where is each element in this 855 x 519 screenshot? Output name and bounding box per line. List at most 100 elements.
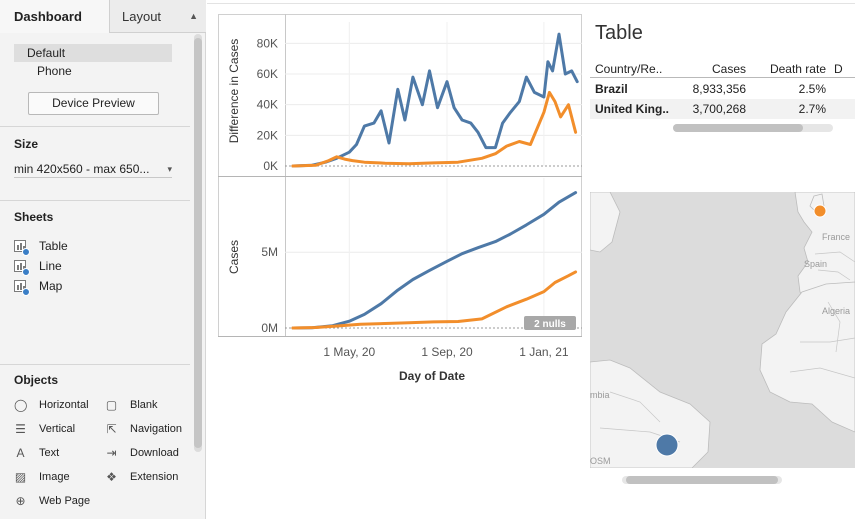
divider: [0, 364, 190, 365]
device-preview-button[interactable]: Device Preview: [28, 92, 159, 115]
object-image[interactable]: ▨ Image: [14, 468, 102, 486]
y-tick-label: 0K: [263, 159, 278, 173]
object-label: Image: [39, 471, 70, 483]
table-cell: 8,933,356: [692, 82, 746, 96]
map-label-spain: Spain: [804, 259, 827, 269]
map-view[interactable]: Spain France Algeria mbia OSM: [590, 192, 855, 468]
map-point-united-kingdom[interactable]: [813, 204, 827, 218]
text-icon: A: [16, 446, 25, 460]
table-view[interactable]: Table Country/Re.. Cases Death rate D Br…: [590, 14, 855, 144]
object-vertical[interactable]: ☰ Vertical: [14, 420, 102, 438]
sheet-label: Map: [39, 279, 63, 293]
object-label: Web Page: [39, 495, 91, 507]
object-download[interactable]: ⇥ Download: [105, 444, 193, 462]
object-label: Text: [39, 447, 60, 459]
check-icon: [22, 288, 30, 296]
tab-layout-label: Layout: [122, 9, 162, 24]
table-title: Table: [595, 22, 643, 44]
y-axis-title-cases: Cases: [227, 240, 241, 274]
divider: [0, 126, 190, 127]
updown-arrows-icon: ▲: [189, 11, 198, 21]
object-label: Vertical: [39, 423, 76, 435]
nulls-badge-label: 2 nulls: [534, 319, 566, 330]
canvas-top-edge: [207, 0, 855, 4]
map-point-brazil[interactable]: [655, 433, 679, 457]
x-tick-label: 1 Jan, 21: [519, 345, 569, 359]
pane-tabs: Dashboard Layout ▲: [0, 0, 206, 33]
object-label: Navigation: [130, 423, 182, 435]
pane-scrollbar-thumb[interactable]: [194, 38, 202, 448]
table-row[interactable]: Brazil 8,933,356 2.5%: [590, 79, 855, 99]
navigation-icon: ⇱: [106, 422, 117, 436]
size-value: min 420x560 - max 650...: [14, 162, 150, 176]
x-axis: 1 May, 20 1 Sep, 20 1 Jan, 21: [323, 345, 568, 359]
extension-icon: ❖: [106, 470, 117, 484]
dashboard-pane: Dashboard Layout ▲ Default Phone Device …: [0, 0, 206, 519]
map-hscroll-thumb[interactable]: [626, 476, 778, 484]
y-tick-label: 60K: [257, 67, 278, 81]
sheet-item-map[interactable]: Map: [14, 277, 164, 296]
line-view[interactable]: 0K 20K 40K 60K 80K 0M 5M 1 May, 20 1 Sep, 20 1 …: [218, 14, 582, 394]
table-cell: 2.7%: [798, 102, 826, 116]
globe-icon: ⊕: [15, 494, 26, 508]
sheet-icon: [14, 260, 30, 276]
map-label-france: France: [822, 232, 850, 242]
pane-difference: 0K 20K 40K 60K 80K: [257, 22, 582, 173]
table-cell: United King..: [595, 102, 669, 116]
table-row[interactable]: United King.. 3,700,268 2.7%: [590, 99, 855, 119]
table-hscroll[interactable]: [673, 124, 833, 132]
column-header[interactable]: Country/Re..: [595, 60, 673, 78]
object-web-page[interactable]: ⊕ Web Page: [14, 492, 102, 510]
table-hscroll-thumb[interactable]: [673, 124, 803, 132]
object-text[interactable]: A Text: [14, 444, 102, 462]
y-tick-label: 40K: [257, 98, 278, 112]
object-label: Blank: [130, 399, 158, 411]
pane-scrollbar[interactable]: [194, 34, 202, 452]
map-label-colombia: mbia: [590, 390, 610, 400]
vertical-container-icon: ☰: [15, 422, 26, 436]
nulls-badge[interactable]: 2 nulls: [524, 316, 576, 330]
tab-layout[interactable]: Layout ▲: [110, 0, 206, 33]
object-label: Download: [130, 447, 179, 459]
size-title: Size: [14, 137, 39, 151]
object-label: Extension: [130, 471, 179, 483]
pane-cases: 0M 5M: [261, 178, 582, 335]
divider: [0, 200, 190, 201]
x-axis-title: Day of Date: [399, 369, 465, 383]
tab-dashboard[interactable]: Dashboard: [0, 0, 110, 33]
size-select[interactable]: min 420x560 - max 650... ▾: [14, 160, 172, 178]
download-icon: ⇥: [106, 446, 117, 460]
line-chart: 0K20K40K60K80K 0M5M 1 May, 20 1 Sep, 20 1 …: [218, 14, 582, 383]
x-tick-label: 1 May, 20: [323, 345, 375, 359]
map: Spain France Algeria mbia OSM: [590, 192, 855, 468]
map-label-algeria: Algeria: [822, 306, 850, 316]
x-tick-label: 1 Sep, 20: [421, 345, 473, 359]
object-extension[interactable]: ❖ Extension: [105, 468, 193, 486]
table-header: Country/Re.. Cases Death rate D: [590, 60, 855, 78]
series-line-blue[interactable]: [291, 32, 579, 168]
device-default[interactable]: Default: [14, 44, 172, 62]
column-header[interactable]: D: [834, 60, 855, 78]
sheet-icon: [14, 280, 30, 296]
object-blank[interactable]: ▢ Blank: [105, 396, 193, 414]
device-phone[interactable]: Phone: [14, 62, 172, 80]
table-cell: Brazil: [595, 82, 628, 96]
series-line-orange[interactable]: [291, 90, 578, 168]
object-navigation[interactable]: ⇱ Navigation: [105, 420, 193, 438]
chevron-down-icon: ▾: [167, 164, 172, 174]
column-header[interactable]: Death rate: [756, 60, 826, 78]
object-horizontal[interactable]: ◯ Horizontal: [14, 396, 102, 414]
blank-icon: ▢: [105, 398, 118, 412]
column-header[interactable]: Cases: [676, 60, 746, 78]
sheet-item-table[interactable]: Table: [14, 237, 164, 256]
series-line-blue[interactable]: [291, 191, 578, 330]
sheet-icon: [14, 240, 30, 256]
sheet-label: Line: [39, 259, 62, 273]
sheet-item-line[interactable]: Line: [14, 257, 164, 276]
image-icon: ▨: [14, 470, 27, 484]
table-cell: 3,700,268: [692, 102, 746, 116]
objects-title: Objects: [14, 373, 59, 387]
map-hscroll[interactable]: [622, 476, 782, 484]
y-axis-title-difference: Difference in Cases: [227, 39, 241, 144]
check-icon: [22, 248, 30, 256]
